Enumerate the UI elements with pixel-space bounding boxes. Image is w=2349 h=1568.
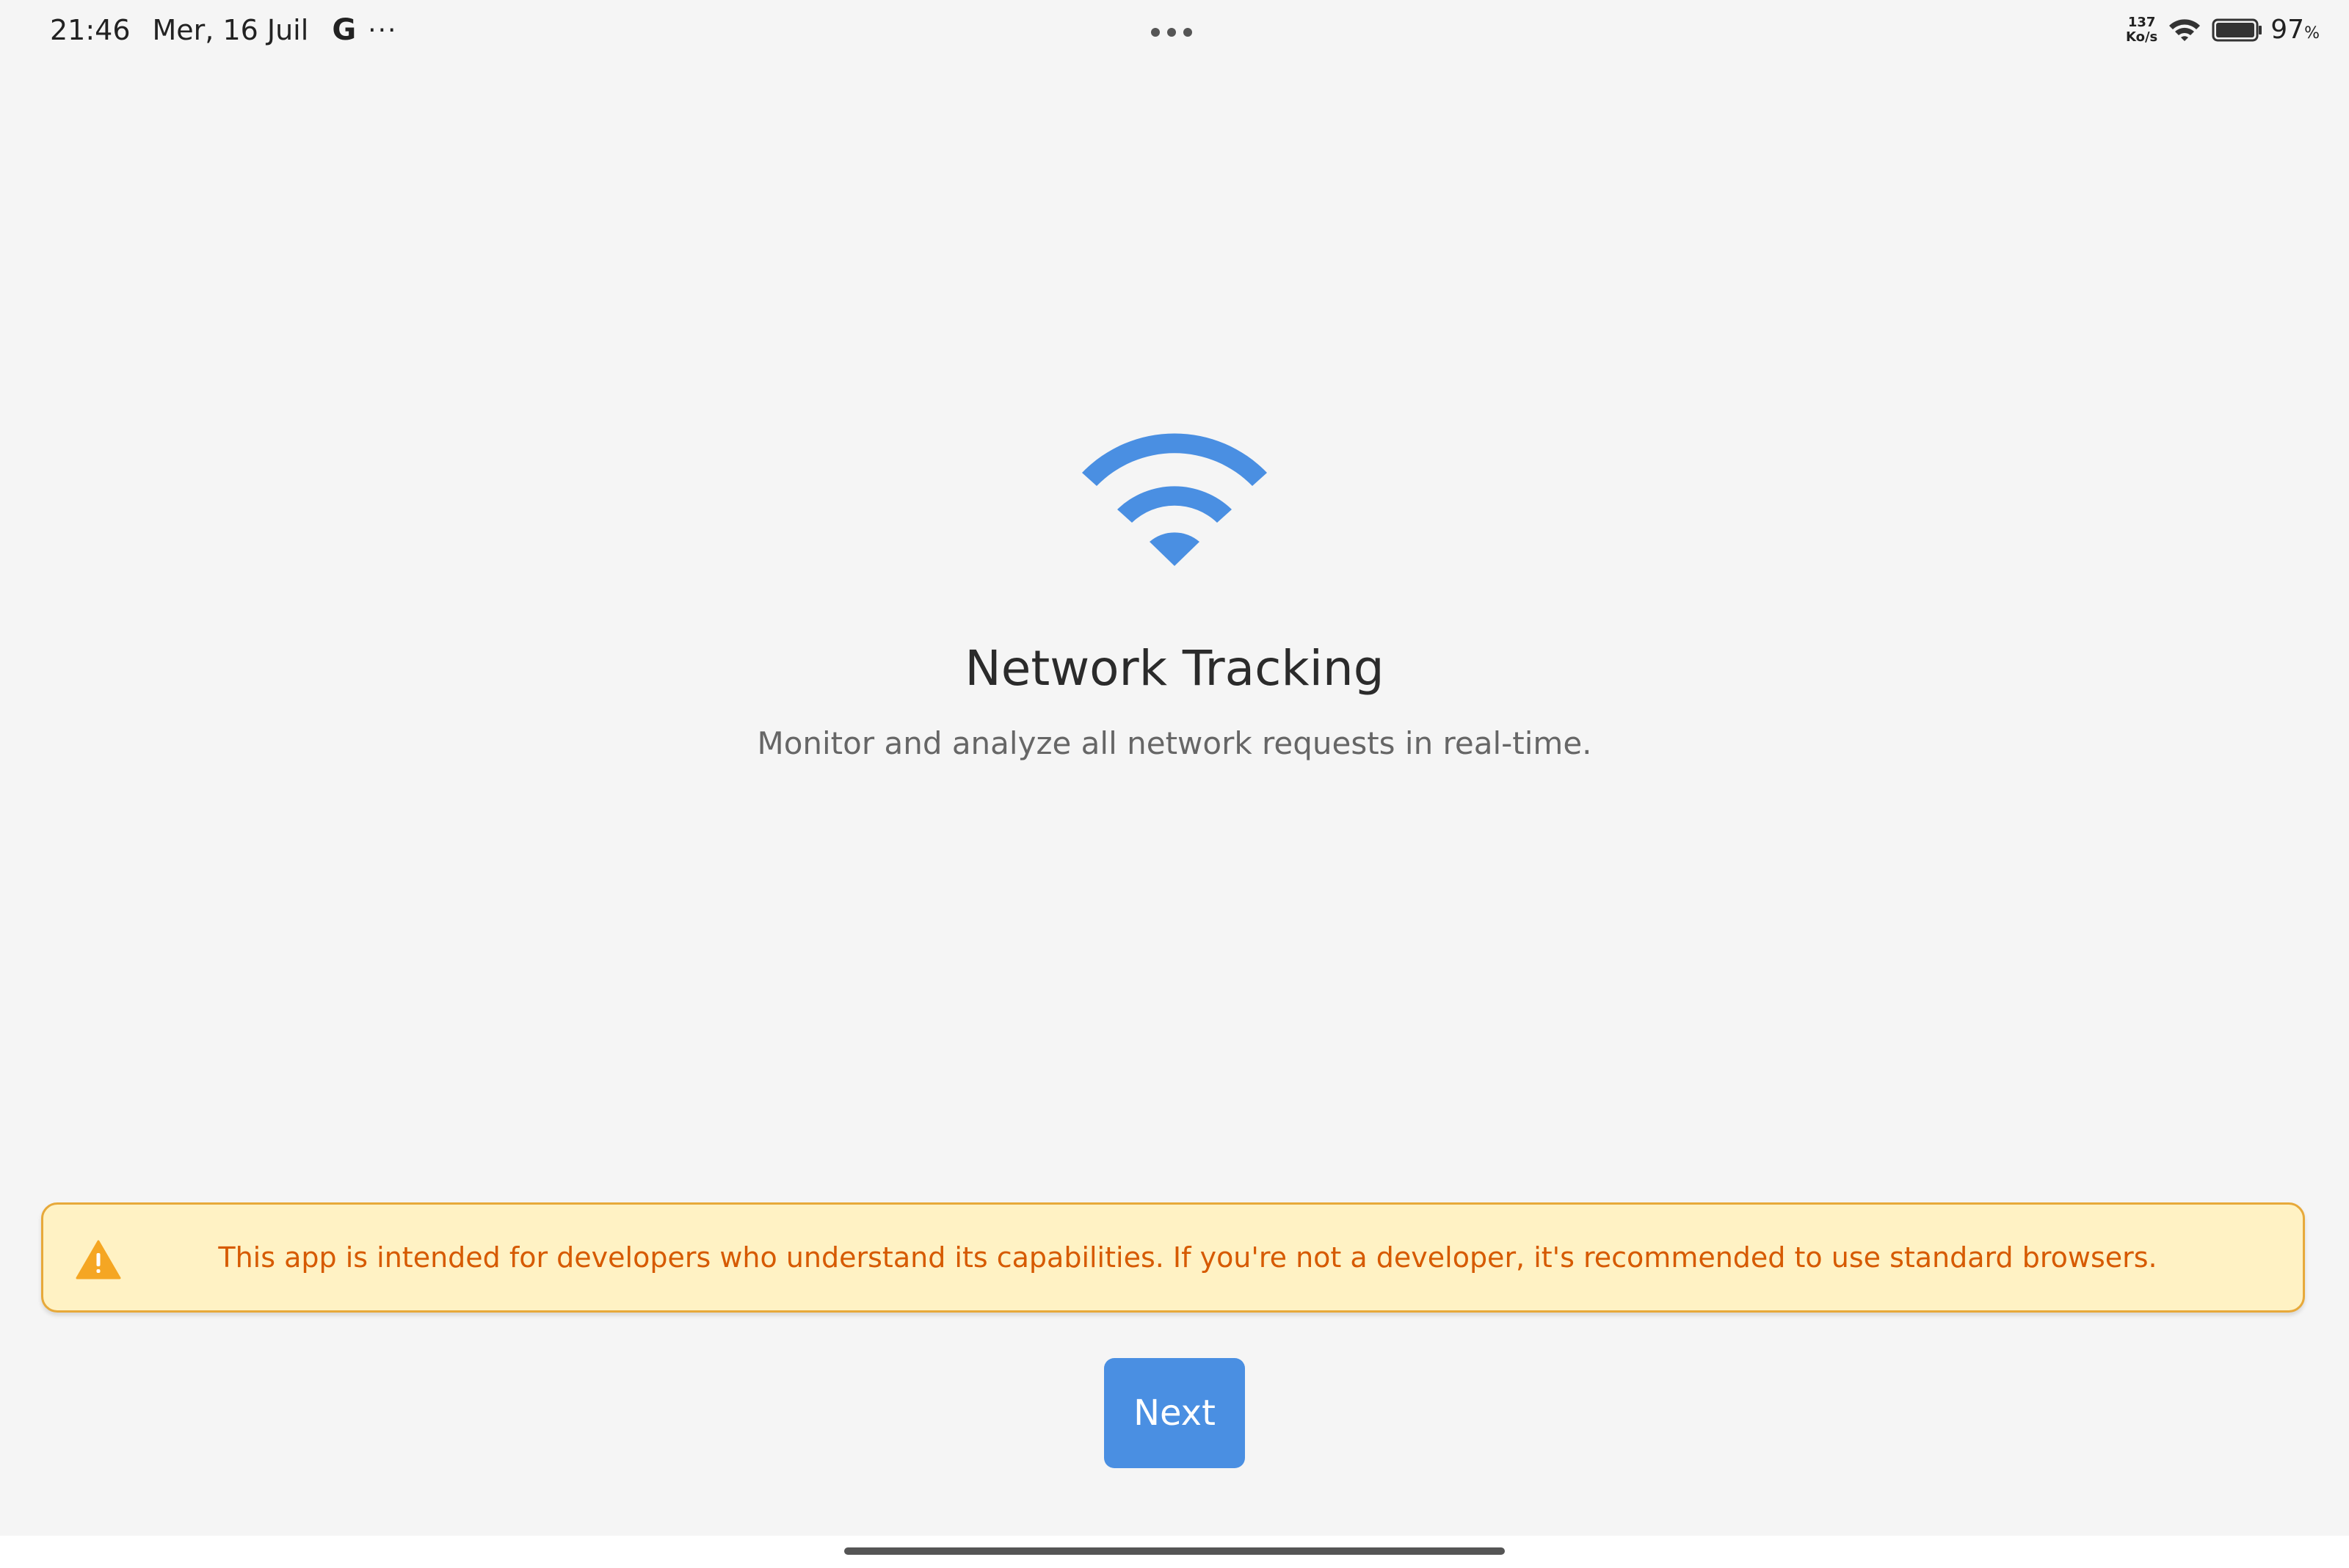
status-bar-left: 21:46 Mer, 16 Juil G ··· <box>50 13 398 47</box>
status-time: 21:46 <box>50 14 131 46</box>
more-notifications-icon: ··· <box>368 15 398 46</box>
status-bar: 21:46 Mer, 16 Juil G ··· 137 Ko/s 97% <box>0 0 2349 66</box>
multitask-dots-icon[interactable] <box>1151 28 1192 37</box>
home-indicator[interactable] <box>844 1547 1505 1555</box>
status-date: Mer, 16 Juil <box>152 14 309 46</box>
status-bar-right: 137 Ko/s 97% <box>2126 15 2320 45</box>
developer-warning-banner: This app is intended for developers who … <box>41 1202 2305 1313</box>
page-subtitle: Monitor and analyze all network requests… <box>757 725 1592 761</box>
screen: 21:46 Mer, 16 Juil G ··· 137 Ko/s 97% Ne… <box>0 0 2349 1568</box>
google-icon: G <box>332 13 357 47</box>
warning-message: This app is intended for developers who … <box>218 1241 2157 1274</box>
next-button[interactable]: Next <box>1104 1358 1245 1468</box>
warning-triangle-icon <box>76 1240 121 1280</box>
battery-percent: 97% <box>2270 15 2320 45</box>
network-speed: 137 Ko/s <box>2126 15 2157 45</box>
wifi-icon <box>1082 433 1267 566</box>
network-speed-value: 137 <box>2127 14 2156 30</box>
page-title: Network Tracking <box>965 640 1384 697</box>
battery-icon <box>2212 18 2262 41</box>
status-wifi-icon <box>2169 18 2201 41</box>
network-speed-unit: Ko/s <box>2125 29 2158 45</box>
